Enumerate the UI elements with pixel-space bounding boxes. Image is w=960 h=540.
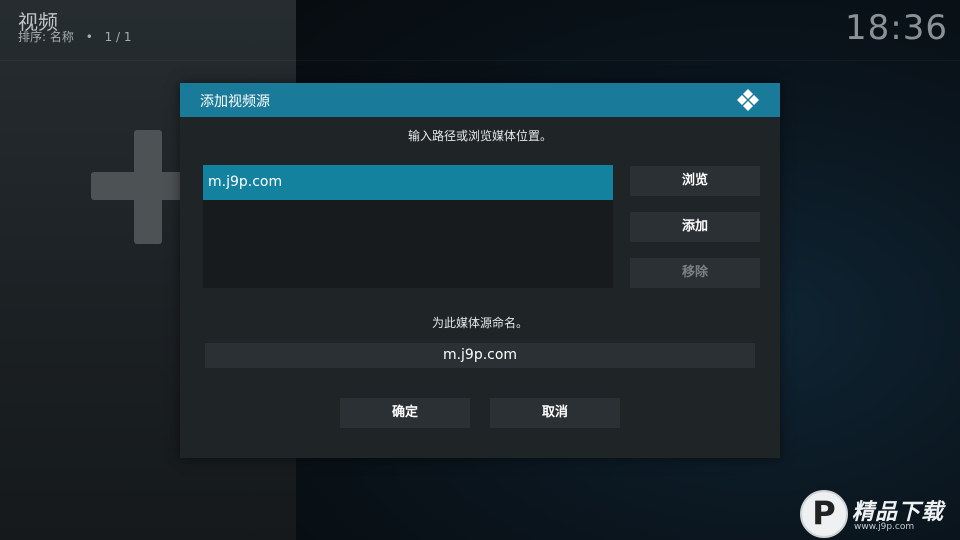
source-name-field[interactable]: m.j9p.com [205,343,755,368]
sort-label: 排序: 名称 [18,30,74,44]
browse-button[interactable]: 浏览 [630,166,760,196]
clock: 18:36 [845,8,948,48]
list-item[interactable]: m.j9p.com [203,165,613,200]
watermark-logo-letter: P [812,494,836,532]
add-button[interactable]: 添加 [630,212,760,242]
dialog-header: 添加视频源 [180,83,780,117]
dialog-title: 添加视频源 [200,94,270,110]
watermark-url: www.j9p.com [854,522,915,532]
path-instruction: 输入路径或浏览媒体位置。 [407,129,552,143]
remove-button[interactable]: 移除 [630,258,760,288]
separator-dot: • [85,30,93,44]
add-video-source-dialog: 添加视频源 输入路径或浏览媒体位置。 m.j9p.com 浏览 添加 移除 为此… [180,83,780,458]
path-list[interactable]: m.j9p.com [203,165,613,288]
ok-button[interactable]: 确定 [340,398,470,428]
source-name-label: 为此媒体源命名。 [431,316,528,330]
watermark: P 精品下载 www.j9p.com [790,480,960,540]
kodi-icon [737,89,759,111]
page-info: 1 / 1 [104,30,132,44]
background-divider [0,60,960,61]
sort-info: 排序: 名称 • 1 / 1 [18,28,132,45]
cancel-button[interactable]: 取消 [490,398,620,428]
